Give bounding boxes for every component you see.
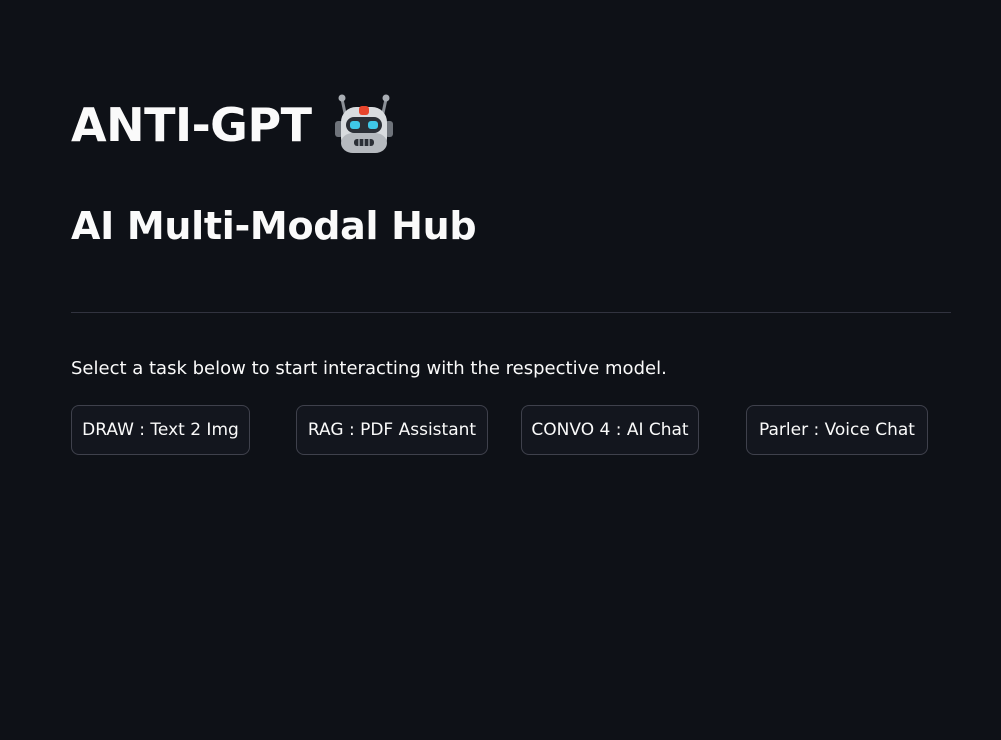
page-subtitle: AI Multi-Modal Hub bbox=[71, 204, 477, 248]
divider bbox=[71, 312, 951, 313]
parler-voice-chat-button[interactable]: Parler : Voice Chat bbox=[746, 405, 928, 455]
robot-face-icon bbox=[334, 94, 393, 153]
instruction-text: Select a task below to start interacting… bbox=[71, 358, 667, 379]
page-title: ANTI-GPT bbox=[71, 98, 312, 152]
rag-pdf-assistant-button[interactable]: RAG : PDF Assistant bbox=[296, 405, 488, 455]
convo-ai-chat-button[interactable]: CONVO 4 : AI Chat bbox=[521, 405, 699, 455]
page-title-row: ANTI-GPT bbox=[71, 92, 394, 158]
draw-text-2-img-button[interactable]: DRAW : Text 2 Img bbox=[71, 405, 250, 455]
